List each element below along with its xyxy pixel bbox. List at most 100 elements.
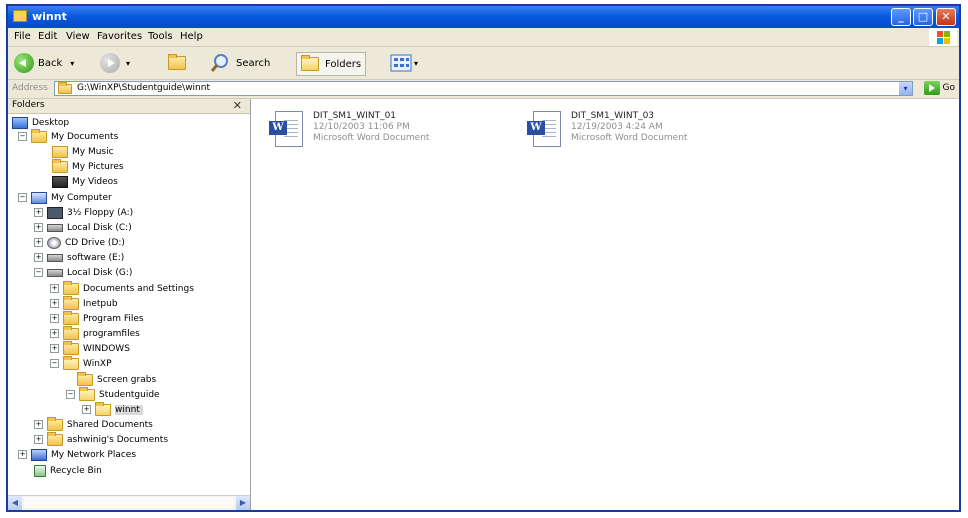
tree-item-desktop[interactable]: Desktop — [12, 115, 69, 130]
hard-drive-icon — [47, 223, 63, 232]
tree-item-screen-grabs[interactable]: Screen grabs — [77, 371, 156, 387]
hard-drive-icon — [47, 253, 63, 262]
forward-arrow-icon — [100, 53, 120, 73]
folders-button[interactable]: Folders — [296, 52, 367, 76]
views-dropdown-icon[interactable]: ▾ — [414, 59, 418, 68]
expand-icon[interactable]: + — [50, 299, 59, 308]
menu-edit[interactable]: Edit — [38, 31, 57, 42]
file-item[interactable]: W DIT_SM1_WINT_01 12/10/2003 11:06 PM Mi… — [269, 111, 519, 151]
cd-drive-icon — [47, 236, 61, 249]
scroll-right-icon[interactable]: ▶ — [236, 496, 250, 510]
expand-icon[interactable]: + — [34, 208, 43, 217]
tree-item-windows[interactable]: + WINDOWS — [50, 340, 130, 356]
title-bar[interactable]: winnt _ □ ✕ — [8, 6, 959, 28]
file-item[interactable]: W DIT_SM1_WINT_03 12/19/2003 4:24 AM Mic… — [527, 111, 777, 151]
expand-icon[interactable]: + — [34, 238, 43, 247]
hard-drive-icon — [47, 268, 63, 277]
collapse-icon[interactable]: − — [50, 359, 59, 368]
go-button[interactable]: Go — [923, 81, 955, 95]
forward-dropdown-icon[interactable]: ▾ — [126, 59, 130, 68]
expand-icon[interactable]: + — [82, 405, 91, 414]
menu-view[interactable]: View — [66, 31, 90, 42]
file-date: 12/10/2003 11:06 PM — [313, 122, 410, 132]
tree-item-winxp[interactable]: − WinXP — [50, 355, 112, 371]
tree-item-user-documents[interactable]: + ashwinig's Documents — [34, 431, 168, 447]
file-type: Microsoft Word Document — [571, 133, 688, 143]
tree-item-winnt[interactable]: + winnt — [82, 401, 143, 417]
collapse-icon[interactable]: − — [18, 132, 27, 141]
menu-tools[interactable]: Tools — [148, 31, 173, 42]
collapse-icon[interactable]: − — [66, 390, 75, 399]
expand-icon[interactable]: + — [34, 253, 43, 262]
minimize-button[interactable]: _ — [891, 8, 911, 26]
tree-item-floppy[interactable]: + 3½ Floppy (A:) — [34, 205, 133, 220]
scroll-left-icon[interactable]: ◀ — [8, 496, 22, 510]
back-button[interactable]: Back ▾ — [14, 52, 74, 74]
floppy-drive-icon — [47, 206, 63, 219]
up-folder-button[interactable] — [168, 52, 190, 74]
folder-icon — [13, 10, 27, 22]
tree-item-shared-documents[interactable]: + Shared Documents — [34, 416, 153, 432]
open-folder-icon — [63, 355, 79, 370]
back-dropdown-icon[interactable]: ▾ — [70, 59, 74, 68]
tree-item-local-disk-g[interactable]: − Local Disk (G:) — [34, 265, 132, 280]
views-icon — [390, 54, 412, 72]
folder-icon — [77, 371, 93, 386]
tree-item-my-network-places[interactable]: + My Network Places — [18, 447, 136, 462]
tree-item-my-pictures[interactable]: My Pictures — [52, 158, 124, 174]
tree-item-my-documents[interactable]: − My Documents — [18, 128, 118, 144]
expand-icon[interactable]: + — [34, 435, 43, 444]
file-list-pane: W DIT_SM1_WINT_01 12/10/2003 11:06 PM Mi… — [251, 99, 959, 510]
expand-icon[interactable]: + — [50, 284, 59, 293]
forward-button[interactable]: ▾ — [100, 52, 130, 74]
expand-icon[interactable]: + — [50, 344, 59, 353]
expand-icon[interactable]: + — [50, 329, 59, 338]
menu-help[interactable]: Help — [180, 31, 203, 42]
address-dropdown-icon[interactable]: ▾ — [899, 82, 912, 95]
tree-item-inetpub[interactable]: + Inetpub — [50, 295, 118, 311]
recycle-bin-icon — [34, 464, 46, 477]
folder-icon — [31, 128, 47, 143]
horizontal-scrollbar[interactable]: ◀ ▶ — [8, 495, 250, 510]
file-name: DIT_SM1_WINT_01 — [313, 111, 397, 121]
up-folder-icon — [168, 54, 186, 70]
collapse-icon[interactable]: − — [18, 193, 27, 202]
tree-item-programfiles[interactable]: + programfiles — [50, 325, 140, 341]
address-label: Address — [12, 83, 48, 93]
tree-item-recycle-bin[interactable]: Recycle Bin — [34, 463, 102, 478]
scroll-track[interactable] — [24, 497, 234, 508]
expand-icon[interactable]: + — [34, 420, 43, 429]
back-label: Back — [38, 57, 63, 69]
computer-icon — [31, 191, 47, 204]
tree-item-my-computer[interactable]: − My Computer — [18, 190, 112, 205]
tree-item-studentguide[interactable]: − Studentguide — [66, 386, 160, 402]
word-document-icon: W — [269, 111, 305, 147]
videos-folder-icon — [52, 175, 68, 188]
maximize-button[interactable]: □ — [913, 8, 933, 26]
open-folder-icon — [95, 401, 111, 416]
window-title: winnt — [32, 10, 67, 23]
tree-item-my-videos[interactable]: My Videos — [52, 174, 118, 189]
search-icon — [210, 54, 228, 72]
expand-icon[interactable]: + — [34, 223, 43, 232]
tree-item-cd-drive[interactable]: + CD Drive (D:) — [34, 235, 125, 250]
word-document-icon: W — [527, 111, 563, 147]
tree-item-documents-and-settings[interactable]: + Documents and Settings — [50, 280, 194, 296]
folders-pane-close-icon[interactable]: ✕ — [233, 99, 242, 112]
collapse-icon[interactable]: − — [34, 268, 43, 277]
menu-favorites[interactable]: Favorites — [97, 31, 142, 42]
file-name: DIT_SM1_WINT_03 — [571, 111, 655, 121]
menu-file[interactable]: File — [14, 31, 31, 42]
expand-icon[interactable]: + — [50, 314, 59, 323]
views-button[interactable]: ▾ — [390, 52, 418, 74]
tree-item-software-e[interactable]: + software (E:) — [34, 250, 124, 265]
tree-item-my-music[interactable]: My Music — [52, 144, 114, 159]
tree-item-program-files[interactable]: + Program Files — [50, 310, 144, 326]
address-input[interactable]: G:\WinXP\Studentguide\winnt ▾ — [54, 81, 913, 96]
search-button[interactable]: Search — [210, 52, 270, 74]
network-icon — [31, 448, 47, 461]
expand-icon[interactable]: + — [18, 450, 27, 459]
windows-logo-icon — [929, 28, 957, 46]
close-button[interactable]: ✕ — [936, 8, 956, 26]
tree-item-local-disk-c[interactable]: + Local Disk (C:) — [34, 220, 132, 235]
